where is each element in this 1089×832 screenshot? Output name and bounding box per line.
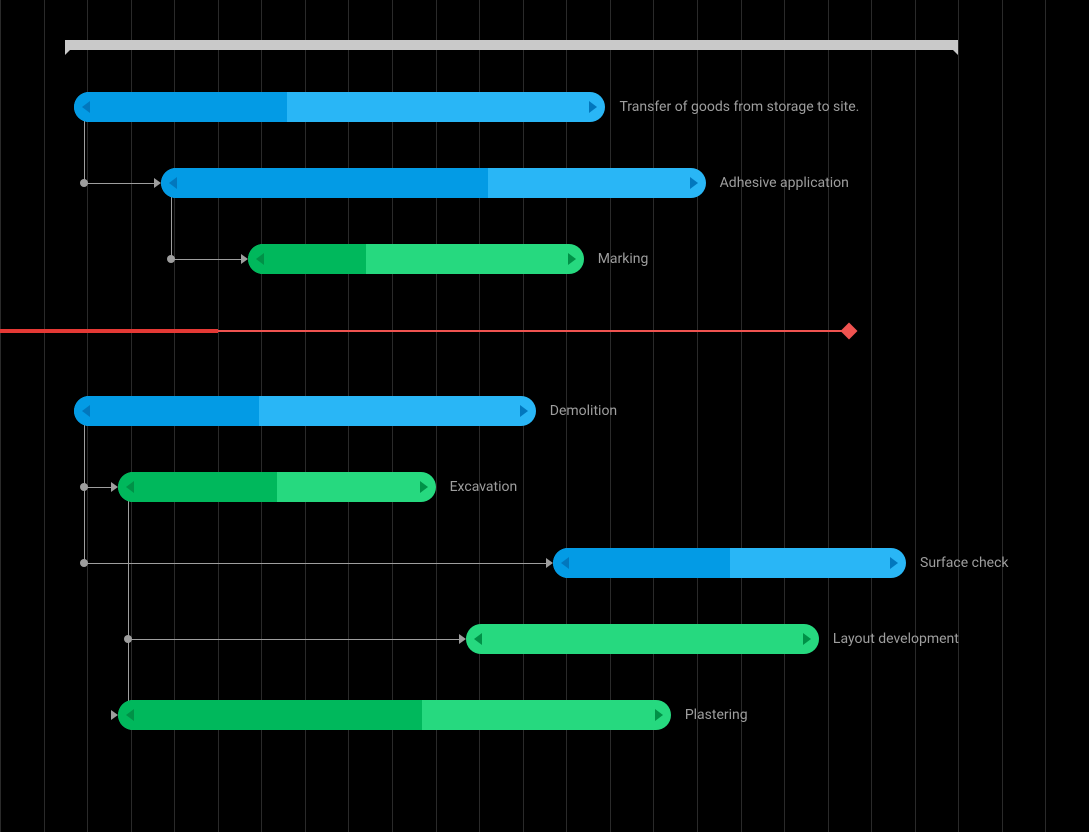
gantt-chart: Transfer of goods from storage to site. A… xyxy=(0,0,1089,832)
task-label: Transfer of goods from storage to site. xyxy=(619,99,859,115)
resize-right-icon[interactable] xyxy=(520,405,528,417)
resize-right-icon[interactable] xyxy=(589,101,597,113)
link-arrow-icon xyxy=(111,710,118,720)
resize-left-icon[interactable] xyxy=(169,177,177,189)
link-dot-icon xyxy=(80,179,88,187)
summary-bar[interactable] xyxy=(65,40,958,50)
resize-left-icon[interactable] xyxy=(126,709,134,721)
task-label: Surface check xyxy=(920,555,1008,571)
task-bar-marking[interactable] xyxy=(248,244,583,274)
link-arrow-icon xyxy=(241,254,248,264)
task-bar-demolition[interactable] xyxy=(74,396,536,426)
link-arrow-icon xyxy=(111,482,118,492)
task-label: Plastering xyxy=(685,707,748,723)
resize-left-icon[interactable] xyxy=(126,481,134,493)
task-bar-adhesive[interactable] xyxy=(161,168,706,198)
link-arrow-icon xyxy=(459,634,466,644)
resize-right-icon[interactable] xyxy=(803,633,811,645)
task-bar-layout[interactable] xyxy=(466,624,819,654)
task-bar-transfer[interactable] xyxy=(74,92,605,122)
resize-right-icon[interactable] xyxy=(890,557,898,569)
resize-right-icon[interactable] xyxy=(568,253,576,265)
task-label: Adhesive application xyxy=(720,175,849,191)
resize-right-icon[interactable] xyxy=(655,709,663,721)
resize-right-icon[interactable] xyxy=(690,177,698,189)
resize-right-icon[interactable] xyxy=(420,481,428,493)
resize-left-icon[interactable] xyxy=(82,101,90,113)
link-arrow-icon xyxy=(546,558,553,568)
task-bar-excavation[interactable] xyxy=(118,472,436,502)
deadline-line xyxy=(0,330,849,332)
resize-left-icon[interactable] xyxy=(82,405,90,417)
task-label: Demolition xyxy=(550,403,617,419)
resize-left-icon[interactable] xyxy=(561,557,569,569)
task-bar-plastering[interactable] xyxy=(118,700,671,730)
task-label: Marking xyxy=(598,251,649,267)
task-bar-surface[interactable] xyxy=(553,548,906,578)
link-dot-icon xyxy=(80,559,88,567)
link-arrow-icon xyxy=(154,178,161,188)
resize-left-icon[interactable] xyxy=(474,633,482,645)
task-label: Excavation xyxy=(450,479,518,495)
task-label: Layout development xyxy=(833,631,959,647)
resize-left-icon[interactable] xyxy=(256,253,264,265)
